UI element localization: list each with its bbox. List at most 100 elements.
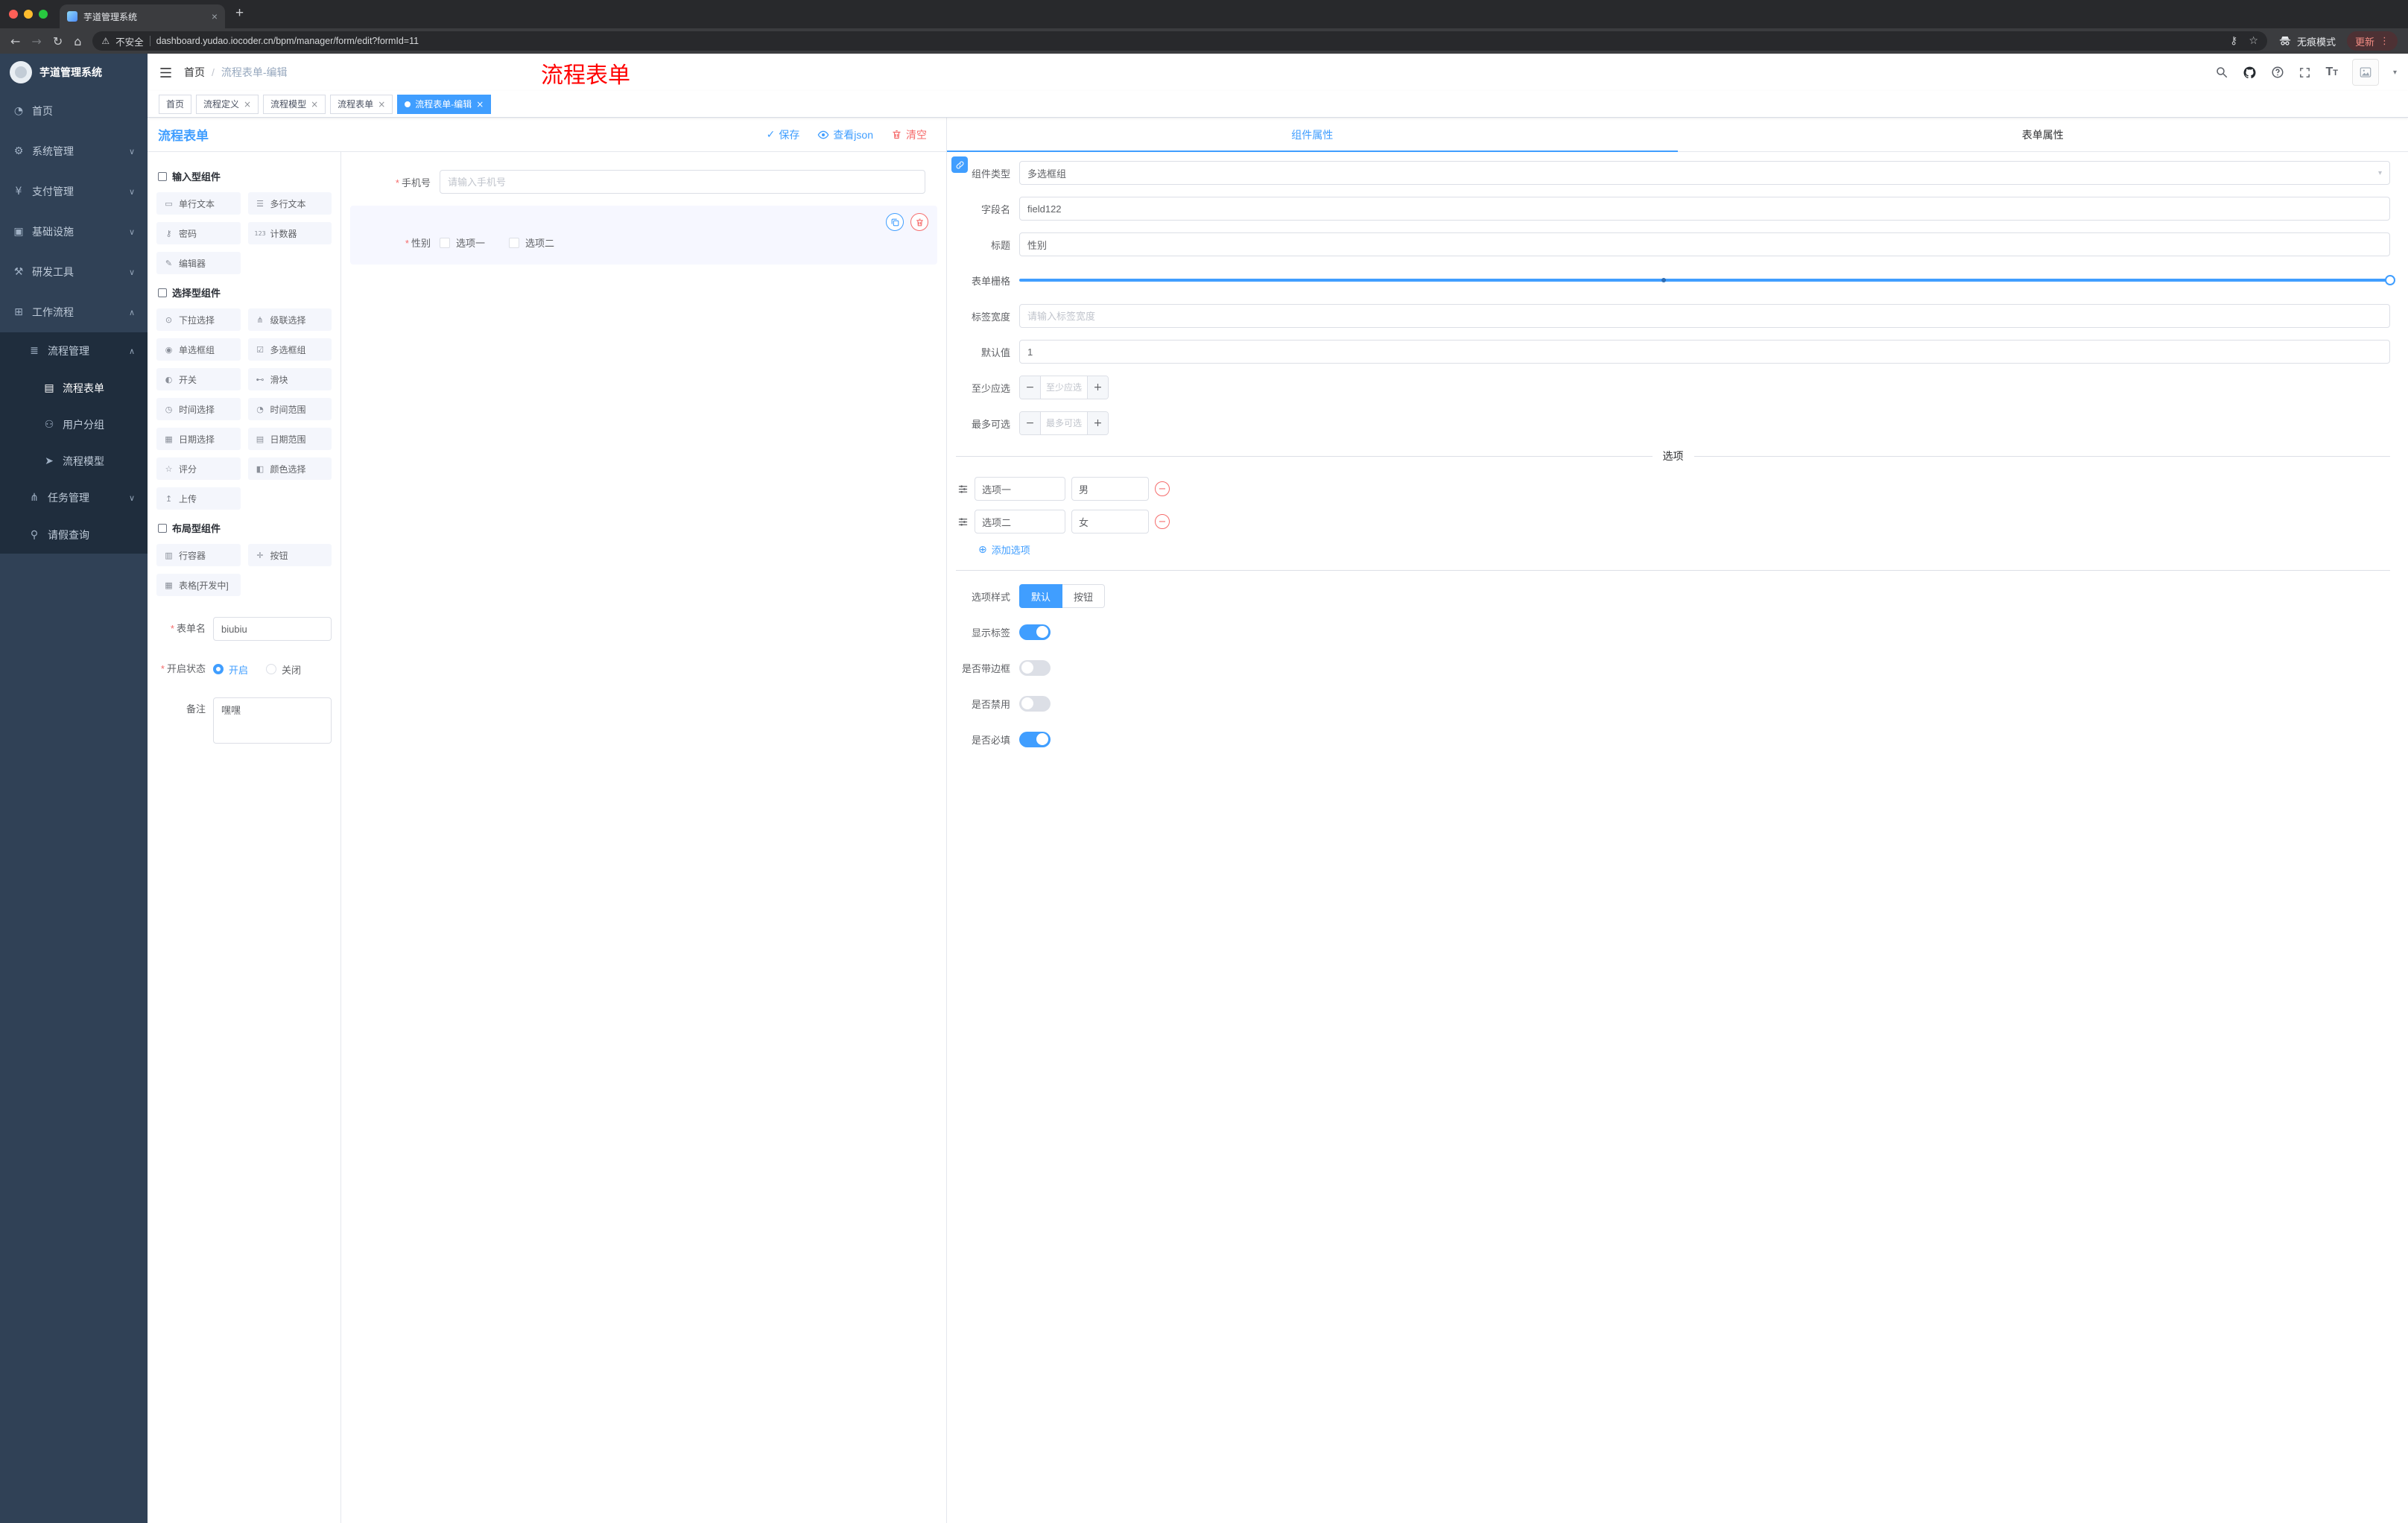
- tag-home[interactable]: 首页: [159, 94, 192, 114]
- close-icon[interactable]: ×: [378, 99, 385, 110]
- new-tab-button[interactable]: +: [235, 5, 244, 22]
- palette-item-editor[interactable]: ✎ 编辑器: [156, 252, 241, 274]
- status-off-radio[interactable]: 关闭: [266, 662, 301, 677]
- search-icon[interactable]: [2215, 66, 2228, 79]
- tab-close-icon[interactable]: ×: [212, 10, 218, 22]
- grid-slider[interactable]: [1019, 268, 2395, 292]
- palette-item-radio-group[interactable]: ◉ 单选框组: [156, 338, 241, 361]
- component-type-select[interactable]: 多选框组 ▾: [1019, 161, 2390, 185]
- palette-item-table-dev[interactable]: ▦ 表格[开发中]: [156, 574, 241, 596]
- minimize-window-button[interactable]: [24, 10, 33, 19]
- security-label[interactable]: 不安全: [115, 34, 144, 48]
- tab-component-props[interactable]: 组件属性: [947, 118, 1678, 152]
- style-button-button[interactable]: 按钮: [1062, 584, 1106, 608]
- close-icon[interactable]: ×: [311, 99, 318, 110]
- status-on-radio[interactable]: 开启: [213, 662, 248, 677]
- decrease-button[interactable]: −: [1020, 376, 1041, 399]
- palette-item-cascader[interactable]: ⋔ 级联选择: [247, 308, 332, 331]
- palette-item-slider[interactable]: ⊷ 滑块: [247, 368, 332, 390]
- clear-button[interactable]: 清空: [891, 127, 927, 142]
- delete-component-button[interactable]: [910, 213, 928, 231]
- close-window-button[interactable]: [9, 10, 18, 19]
- palette-item-upload[interactable]: ↥ 上传: [156, 487, 241, 510]
- canvas-field-gender[interactable]: * 性别 选项一 选项二: [350, 206, 937, 265]
- close-icon[interactable]: ×: [244, 99, 251, 110]
- palette-item-password[interactable]: ⚷ 密码: [156, 222, 241, 244]
- back-icon[interactable]: ←: [10, 34, 20, 48]
- url-text[interactable]: dashboard.yudao.iocoder.cn/bpm/manager/f…: [156, 36, 419, 46]
- forward-icon[interactable]: →: [31, 34, 41, 48]
- required-toggle[interactable]: [1019, 731, 1051, 747]
- sidebar-item-process-form[interactable]: ▤ 流程表单: [0, 370, 148, 406]
- slider-track[interactable]: [1019, 275, 2395, 285]
- password-key-icon[interactable]: ⚷: [2230, 35, 2237, 47]
- show-label-toggle[interactable]: [1019, 624, 1051, 640]
- palette-item-rate[interactable]: ☆ 评分: [156, 457, 241, 480]
- slider-handle[interactable]: [2385, 275, 2395, 285]
- phone-input[interactable]: [440, 170, 925, 194]
- font-size-icon[interactable]: TT: [2325, 66, 2338, 79]
- sidebar-item-payment[interactable]: ¥ 支付管理 ∨: [0, 171, 148, 212]
- gender-option-2-checkbox[interactable]: 选项二: [509, 235, 554, 250]
- anchor-link-button[interactable]: [951, 156, 968, 173]
- field-name-input[interactable]: [1019, 197, 2390, 221]
- palette-item-single-line-text[interactable]: ▭ 单行文本: [156, 192, 241, 215]
- sidebar-item-system[interactable]: ⚙ 系统管理 ∨: [0, 131, 148, 171]
- chrome-update-button[interactable]: 更新 ⋮: [2346, 31, 2398, 51]
- github-icon[interactable]: [2243, 66, 2257, 80]
- tab-form-props[interactable]: 表单属性: [1678, 118, 2408, 151]
- palette-item-select[interactable]: ⊙ 下拉选择: [156, 308, 241, 331]
- tag-process-form-edit[interactable]: 流程表单-编辑 ×: [397, 94, 492, 114]
- canvas-field-phone[interactable]: * 手机号: [350, 162, 937, 201]
- sidebar-item-process-mgmt[interactable]: ≣ 流程管理 ∧: [0, 332, 148, 370]
- palette-item-multi-line-text[interactable]: ☰ 多行文本: [247, 192, 332, 215]
- browser-tab[interactable]: 芋道管理系统 ×: [60, 4, 225, 28]
- decrease-button[interactable]: −: [1020, 412, 1041, 434]
- title-input[interactable]: [1019, 232, 2390, 256]
- min-select-input[interactable]: [1041, 376, 1087, 399]
- remove-option-button[interactable]: −: [1155, 514, 1170, 529]
- palette-item-time-range[interactable]: ◔ 时间范围: [247, 398, 332, 420]
- fullscreen-icon[interactable]: [2298, 66, 2311, 79]
- style-default-button[interactable]: 默认: [1019, 584, 1063, 608]
- palette-item-time-picker[interactable]: ◷ 时间选择: [156, 398, 241, 420]
- default-value-input[interactable]: [1019, 340, 2390, 364]
- address-bar[interactable]: ⚠ 不安全 dashboard.yudao.iocoder.cn/bpm/man…: [92, 31, 2267, 51]
- option-1-label-input[interactable]: [975, 477, 1065, 501]
- max-select-input[interactable]: [1041, 412, 1087, 434]
- save-button[interactable]: ✓ 保存: [767, 127, 800, 142]
- border-toggle[interactable]: [1019, 659, 1051, 676]
- app-logo[interactable]: 芋道管理系统: [0, 54, 148, 91]
- sidebar-item-devtools[interactable]: ⚒ 研发工具 ∨: [0, 252, 148, 292]
- palette-item-color-picker[interactable]: ◧ 颜色选择: [247, 457, 332, 480]
- form-remark-textarea[interactable]: 嘿嘿: [213, 697, 332, 744]
- add-option-button[interactable]: ⊕ 添加选项: [978, 542, 2390, 557]
- option-1-value-input[interactable]: [1071, 477, 1149, 501]
- zoom-window-button[interactable]: [39, 10, 48, 19]
- help-icon[interactable]: [2271, 66, 2284, 79]
- copy-component-button[interactable]: [886, 213, 904, 231]
- palette-item-date-range[interactable]: ▤ 日期范围: [247, 428, 332, 450]
- sidebar-item-home[interactable]: ◔ 首页: [0, 91, 148, 131]
- sidebar-item-user-group[interactable]: ⚇ 用户分组: [0, 406, 148, 443]
- reload-icon[interactable]: ↻: [53, 34, 63, 48]
- tag-process-model[interactable]: 流程模型 ×: [263, 94, 326, 114]
- palette-item-checkbox-group[interactable]: ☑ 多选框组: [247, 338, 332, 361]
- palette-item-button[interactable]: ✛ 按钮: [247, 544, 332, 566]
- option-2-label-input[interactable]: [975, 510, 1065, 533]
- palette-item-counter[interactable]: 123 计数器: [247, 222, 332, 244]
- label-width-input[interactable]: [1019, 304, 2390, 328]
- increase-button[interactable]: +: [1087, 376, 1108, 399]
- palette-item-switch[interactable]: ◐ 开关: [156, 368, 241, 390]
- drag-handle-icon[interactable]: [957, 484, 969, 495]
- option-2-value-input[interactable]: [1071, 510, 1149, 533]
- tag-process-form[interactable]: 流程表单 ×: [330, 94, 393, 114]
- sidebar-item-task-mgmt[interactable]: ⋔ 任务管理 ∨: [0, 479, 148, 516]
- form-name-input[interactable]: [213, 617, 332, 641]
- palette-item-row-container[interactable]: ▥ 行容器: [156, 544, 241, 566]
- gender-option-1-checkbox[interactable]: 选项一: [440, 235, 485, 250]
- sidebar-item-workflow[interactable]: ⊞ 工作流程 ∧: [0, 292, 148, 332]
- sidebar-item-leave-query[interactable]: ⚲ 请假查询: [0, 516, 148, 554]
- tag-process-definition[interactable]: 流程定义 ×: [196, 94, 259, 114]
- more-menu-icon[interactable]: ⋮: [2380, 36, 2389, 47]
